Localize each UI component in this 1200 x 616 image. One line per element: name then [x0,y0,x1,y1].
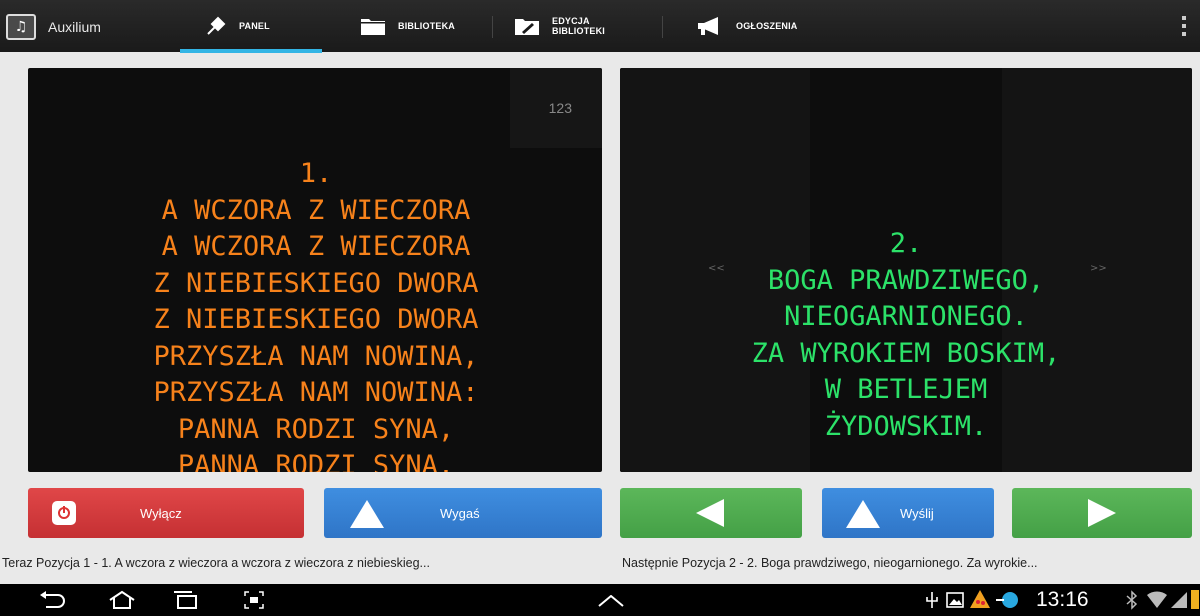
arrow-left-icon [696,499,724,527]
tab-edycja-biblioteki[interactable]: EDYCJA BIBLIOTEKI [514,0,605,52]
wifi-icon [1146,589,1168,614]
chevron-up-icon[interactable] [598,594,624,612]
next-position-text: Następnie Pozycja 2 - 2. Boga prawdziweg… [622,556,1038,570]
send-label: Wyślij [900,505,934,521]
battery-icon [1190,588,1200,615]
fade-out-label: Wygaś [440,505,480,521]
turn-off-label: Wyłącz [140,505,182,521]
pizza-app-icon [968,588,992,616]
next-slide-preview[interactable]: << >> 2. BOGA PRAWDZIWEGO, NIEOGARNIONEG… [620,68,1192,472]
folder-edit-icon [514,15,540,37]
triangle-up-icon [846,500,880,528]
selected-tab-indicator [180,49,322,53]
tab-ogloszenia-label: OGŁOSZENIA [736,21,798,31]
arrow-right-icon [1088,499,1116,527]
turn-off-button[interactable]: Wyłącz [28,488,304,538]
megaphone-icon [696,16,724,36]
recent-apps-icon[interactable] [172,590,200,615]
bluetooth-icon [1126,590,1138,615]
app-title: Auxilium [48,19,101,35]
send-button[interactable]: Wyślij [822,488,994,538]
home-icon[interactable] [108,590,136,615]
usb-icon [924,591,940,614]
tab-panel-label: PANEL [239,21,270,31]
slide-counter: 123 [548,100,572,116]
tab-panel[interactable]: PANEL [205,0,270,52]
signal-icon [1170,589,1188,614]
action-bar: ♫ Auxilium PANEL BIBLIOTEKA EDYCJA BIBLI… [0,0,1200,53]
current-position-text: Teraz Pozycja 1 - 1. A wczora z wieczora… [2,556,430,570]
tab-edycja-label-line1: EDYCJA [552,16,590,26]
tab-biblioteka[interactable]: BIBLIOTEKA [360,0,455,52]
current-slide-preview[interactable]: 123 1. A WCZORA Z WIECZORA A WCZORA Z WI… [28,68,602,472]
next-button[interactable] [1012,488,1192,538]
music-notes-icon: ♫ [6,14,36,40]
next-slide-text: 2. BOGA PRAWDZIWEGO, NIEOGARNIONEGO. ZA … [751,228,1061,442]
app-home[interactable]: ♫ Auxilium [6,13,101,41]
screenshot-icon[interactable] [244,591,264,614]
tab-edycja-label-line2: BIBLIOTEKI [552,26,605,36]
clock: 13:16 [1036,588,1089,611]
tab-ogloszenia[interactable]: OGŁOSZENIA [696,0,798,52]
back-icon[interactable] [38,591,66,614]
pin-icon [205,15,227,37]
tab-biblioteka-label: BIBLIOTEKA [398,21,455,31]
overflow-menu-icon[interactable] [1182,16,1188,36]
folder-icon [360,16,386,36]
fade-out-button[interactable]: Wygaś [324,488,602,538]
system-navigation-bar: 13:16 [0,584,1200,616]
current-slide-text: 1. A WCZORA Z WIECZORA A WCZORA Z WIECZO… [153,158,479,472]
gallery-icon [946,591,964,614]
triangle-up-icon [350,500,384,528]
power-icon [52,501,76,525]
previous-button[interactable] [620,488,802,538]
location-icon [994,590,1026,615]
